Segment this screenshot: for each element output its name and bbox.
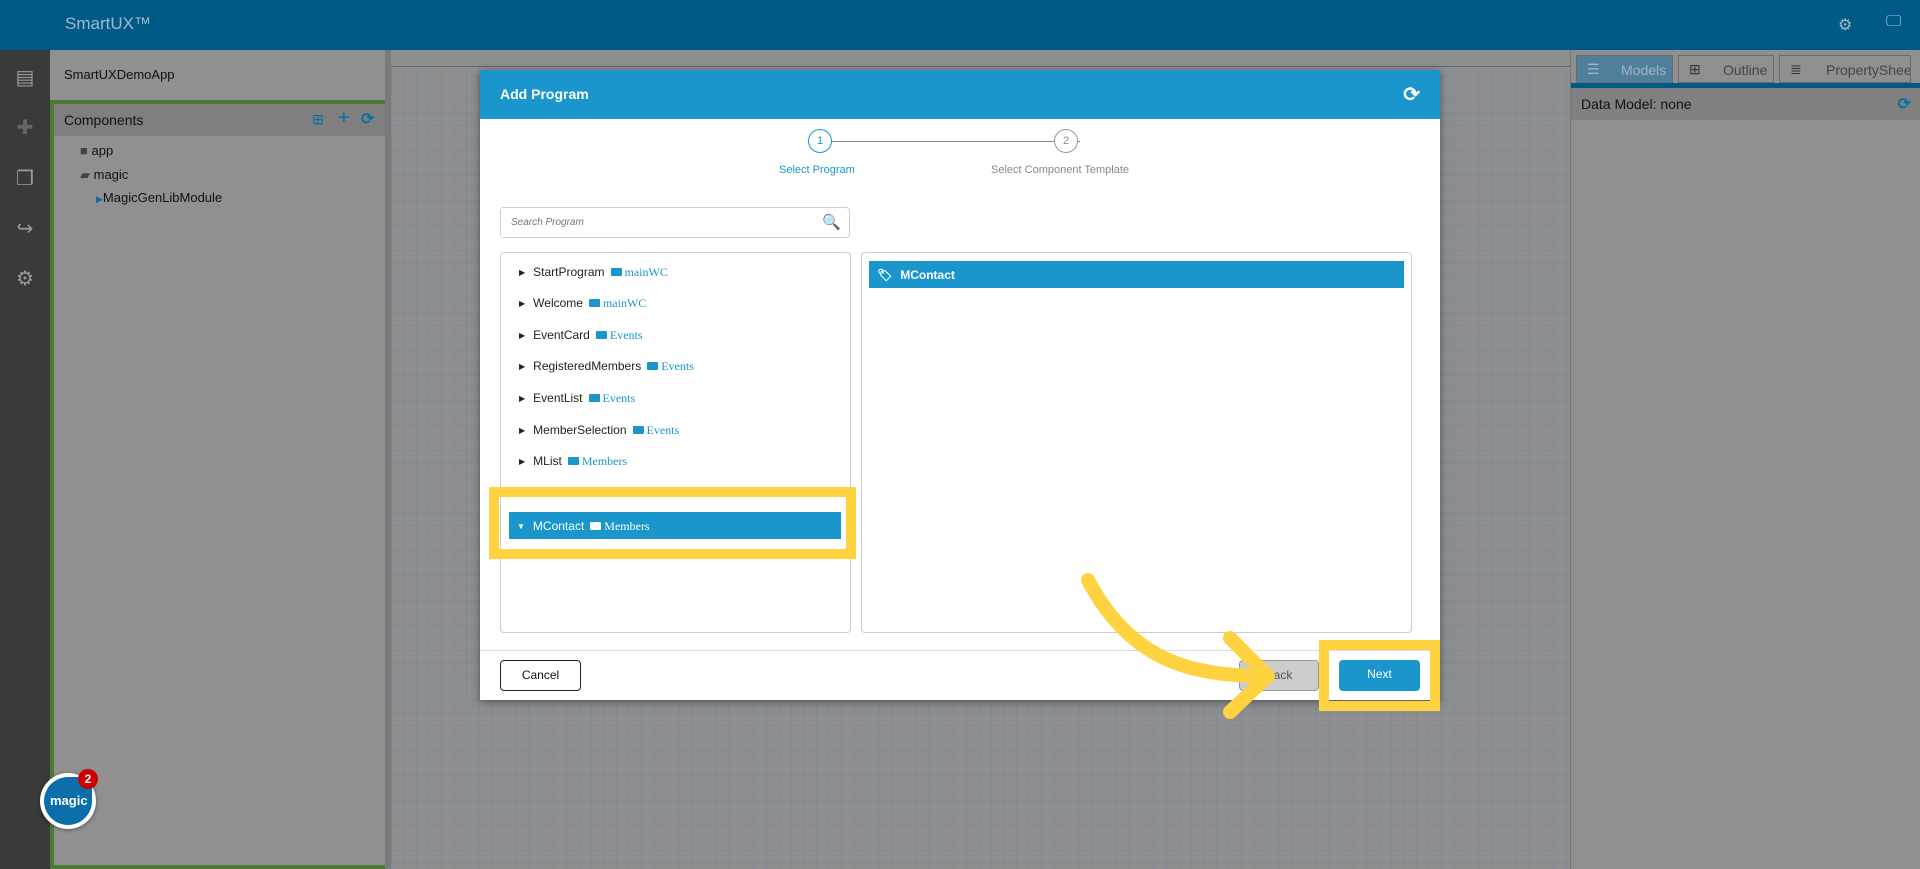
arrow-curve [1081,573,1272,683]
magic-logo-button[interactable]: magic 2 [40,769,98,829]
notification-badge: 2 [78,769,98,789]
magic-logo-text: magic [50,793,88,808]
arrow-annotation [1081,573,1275,719]
